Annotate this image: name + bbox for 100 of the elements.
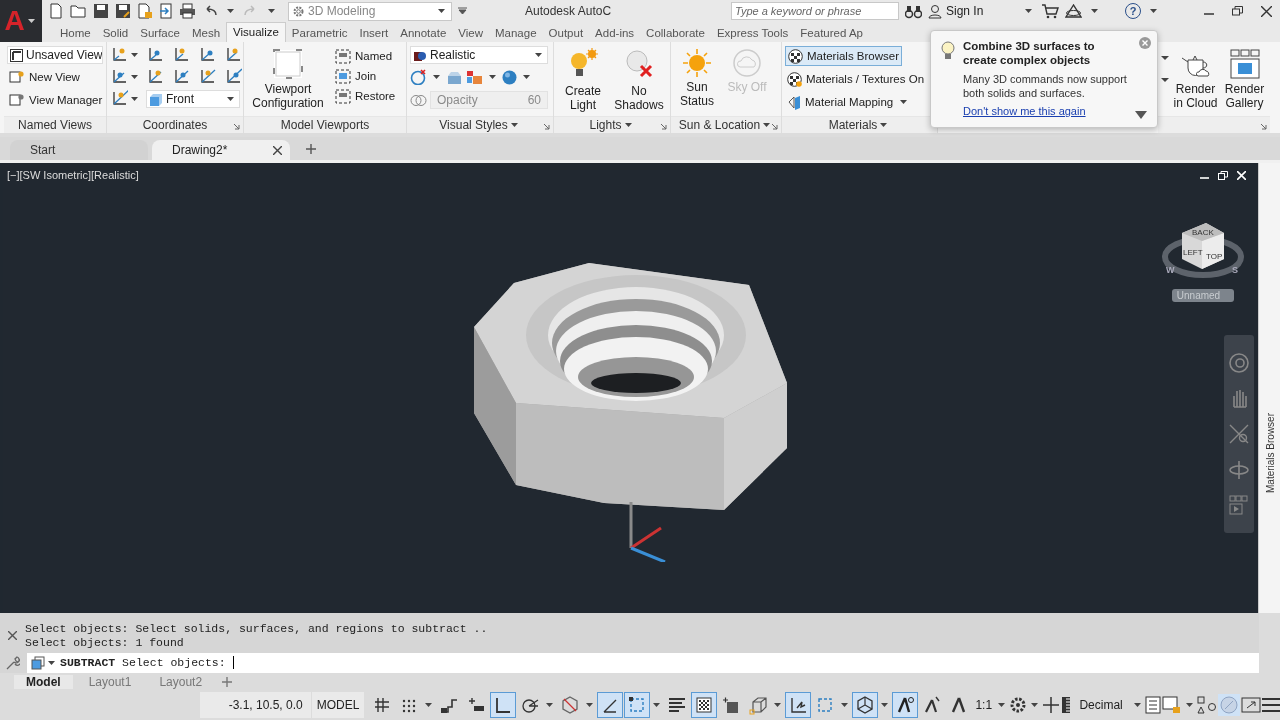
ribbon-tab[interactable]: Parametric — [285, 24, 354, 42]
ribbon-tab[interactable]: Home — [54, 24, 97, 42]
caret-icon[interactable] — [774, 703, 782, 707]
viewport-controls-label[interactable]: [−][SW Isometric][Realistic] — [7, 169, 139, 181]
workspace-dropdown[interactable]: 3D Modeling — [288, 1, 452, 21]
caret-icon[interactable] — [425, 703, 433, 707]
compass-label[interactable]: S — [1232, 265, 1238, 275]
zoom-icon[interactable] — [1228, 423, 1250, 445]
steering-wheel-icon[interactable] — [1228, 351, 1250, 374]
fullscreen-icon[interactable] — [1241, 696, 1261, 714]
panel-title[interactable]: Materials — [782, 116, 937, 133]
caret-icon[interactable] — [1031, 703, 1039, 707]
ucs-icon[interactable] — [224, 68, 242, 86]
caret-icon[interactable] — [1091, 9, 1098, 13]
new-tab-icon[interactable] — [306, 144, 316, 154]
ribbon-tab[interactable]: Visualize — [226, 22, 286, 42]
ribbon-button[interactable]: New View — [7, 67, 82, 87]
caret-icon[interactable] — [763, 123, 771, 127]
document-tab[interactable]: Drawing2* — [152, 140, 290, 160]
sphere-icon[interactable] — [502, 69, 517, 85]
print-icon[interactable] — [179, 3, 196, 19]
close-icon[interactable] — [1261, 5, 1272, 17]
view-dropdown[interactable]: Front — [146, 90, 240, 108]
caret-icon[interactable] — [227, 97, 234, 101]
ribbon-tab[interactable]: Solid — [96, 24, 135, 42]
cube-face-label[interactable]: LEFT — [1183, 248, 1203, 257]
panel-title[interactable]: Lights — [554, 116, 670, 133]
coordinates-readout[interactable]: -3.1, 10.5, 0.0 — [200, 692, 311, 718]
caret-icon[interactable] — [998, 703, 1006, 707]
ribbon-button[interactable]: Render in Cloud — [1173, 46, 1218, 110]
ribbon-button[interactable]: Join — [333, 66, 398, 86]
transparency-toggle-icon[interactable] — [691, 692, 718, 718]
ucs-icon[interactable] — [146, 46, 164, 64]
visual-style-dropdown[interactable]: Realistic — [410, 46, 548, 64]
panel-title[interactable]: Sun & Location — [671, 116, 781, 133]
cart-icon[interactable] — [1041, 3, 1059, 19]
ribbon-tab[interactable]: Add-ins — [589, 24, 641, 42]
palette-strip[interactable]: Materials Browser — [1258, 163, 1280, 613]
panel-launcher-icon[interactable] — [233, 123, 240, 130]
named-view-dropdown[interactable]: Unsaved View — [7, 46, 103, 64]
ucs-icon[interactable] — [224, 46, 242, 64]
caret-icon[interactable] — [546, 703, 554, 707]
save-as-icon[interactable] — [115, 3, 131, 19]
annotation-scale-button[interactable]: 1:1 — [973, 698, 995, 712]
caret-icon[interactable] — [227, 9, 234, 13]
ribbon-tab[interactable]: Insert — [353, 24, 395, 42]
viewport-configuration-button[interactable]: Viewport Configuration — [247, 46, 329, 110]
panel-launcher-icon[interactable] — [660, 123, 667, 130]
ucs-icon[interactable] — [172, 68, 190, 86]
globe-icon[interactable] — [410, 69, 427, 85]
ucs-icon[interactable] — [110, 90, 128, 108]
open-folder-icon[interactable] — [70, 3, 87, 19]
open-from-web-icon[interactable] — [137, 3, 153, 19]
ribbon-button[interactable]: No Shadows — [613, 46, 665, 112]
plus-icon[interactable] — [1042, 696, 1061, 714]
caret-icon[interactable] — [48, 660, 55, 665]
cube-face-label[interactable]: TOP — [1206, 252, 1223, 261]
otrack-toggle-icon[interactable] — [597, 692, 624, 718]
layout-tab[interactable]: Model — [14, 674, 73, 689]
save-icon[interactable] — [93, 3, 109, 19]
caret-icon[interactable] — [1161, 54, 1169, 84]
ribbon-tab[interactable]: Collaborate — [640, 24, 711, 42]
ribbon-tab[interactable]: Annotate — [394, 24, 453, 42]
caret-icon[interactable] — [900, 100, 908, 104]
ribbon-button[interactable]: View Manager — [7, 90, 105, 110]
new-file-icon[interactable] — [48, 3, 64, 19]
ribbon-button[interactable]: Sun Status — [674, 46, 720, 108]
sign-in-button[interactable]: Sign In — [928, 3, 1016, 19]
caret-icon[interactable] — [131, 97, 138, 101]
share-icon[interactable] — [159, 3, 173, 19]
caret-icon[interactable] — [586, 703, 594, 707]
new-layout-icon[interactable] — [222, 676, 233, 687]
caret-icon[interactable] — [27, 19, 35, 23]
model-space-button[interactable]: MODEL — [311, 692, 365, 718]
gizmo-toggle-icon[interactable] — [852, 692, 879, 718]
ducs-toggle-icon[interactable] — [785, 692, 812, 718]
ribbon-button[interactable]: Materials Browser — [785, 46, 903, 66]
colored-blocks-icon[interactable] — [466, 69, 483, 85]
orbit-icon[interactable] — [1228, 458, 1250, 481]
caret-icon[interactable] — [880, 123, 888, 127]
panel-title[interactable]: Named Views — [4, 116, 106, 133]
wrench-icon[interactable] — [6, 655, 20, 670]
palette-title[interactable]: Materials Browser — [1264, 413, 1275, 493]
caret-icon[interactable] — [881, 703, 889, 707]
caret-icon[interactable] — [1025, 9, 1032, 13]
ruler-icon[interactable] — [1061, 696, 1072, 714]
caret-icon[interactable] — [438, 9, 445, 13]
ortho-toggle-icon[interactable] — [490, 692, 517, 718]
command-input-field[interactable]: SUBTRACT Select objects: — [27, 652, 1259, 673]
panel-title[interactable]: Visual Styles — [407, 116, 553, 133]
ucs-icon[interactable] — [198, 68, 216, 86]
close-icon[interactable] — [273, 145, 282, 155]
ribbon-tab[interactable]: View — [452, 24, 489, 42]
document-tab[interactable]: Start — [10, 140, 148, 160]
overlap-circles-icon[interactable] — [410, 93, 427, 107]
search-field[interactable]: Type a keyword or phrase — [731, 2, 899, 20]
properties-icon[interactable] — [1145, 696, 1161, 714]
ucs-icon[interactable] — [110, 46, 128, 64]
ribbon-tab[interactable]: Express Tools — [710, 24, 795, 42]
ucs-icon[interactable] — [172, 46, 190, 64]
